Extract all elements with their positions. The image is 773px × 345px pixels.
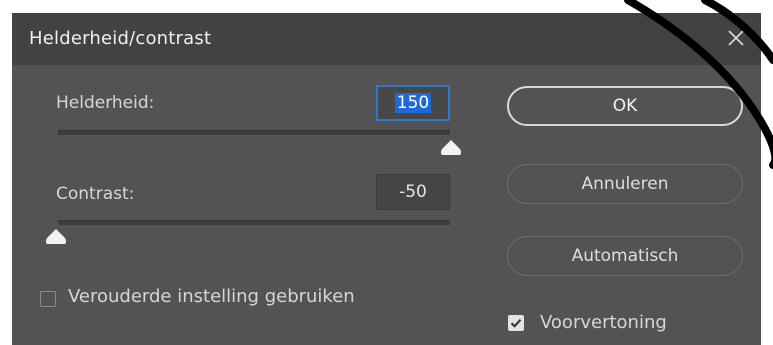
cancel-button-label: Annuleren bbox=[581, 174, 669, 194]
preview-checkbox[interactable] bbox=[508, 315, 524, 331]
contrast-label: Contrast: bbox=[56, 184, 135, 204]
legacy-label[interactable]: Verouderde instelling gebruiken bbox=[68, 286, 355, 307]
contrast-input[interactable]: -50 bbox=[376, 174, 450, 210]
close-icon[interactable] bbox=[725, 27, 747, 49]
brightness-slider-track[interactable] bbox=[58, 130, 450, 135]
brightness-label: Helderheid: bbox=[56, 93, 155, 113]
contrast-slider-thumb[interactable] bbox=[45, 228, 67, 246]
dialog-titlebar[interactable]: Helderheid/contrast bbox=[12, 13, 761, 65]
auto-button-label: Automatisch bbox=[571, 246, 679, 266]
ok-button[interactable]: OK bbox=[507, 86, 743, 126]
preview-label[interactable]: Voorvertoning bbox=[540, 312, 667, 333]
brightness-input[interactable]: 150 bbox=[376, 85, 450, 121]
cancel-button[interactable]: Annuleren bbox=[507, 164, 743, 204]
auto-button[interactable]: Automatisch bbox=[507, 236, 743, 276]
legacy-checkbox[interactable] bbox=[40, 291, 56, 307]
checkmark-icon bbox=[510, 319, 522, 328]
contrast-slider-track[interactable] bbox=[58, 220, 450, 225]
brightness-slider-thumb[interactable] bbox=[440, 139, 462, 157]
screen: Helderheid/contrast Helderheid: 150 Cont… bbox=[0, 0, 773, 345]
contrast-value: -50 bbox=[399, 182, 427, 202]
dialog-title: Helderheid/contrast bbox=[29, 28, 212, 49]
ok-button-label: OK bbox=[612, 96, 638, 116]
brightness-contrast-dialog: Helderheid/contrast Helderheid: 150 Cont… bbox=[12, 13, 761, 345]
brightness-value: 150 bbox=[394, 93, 432, 113]
